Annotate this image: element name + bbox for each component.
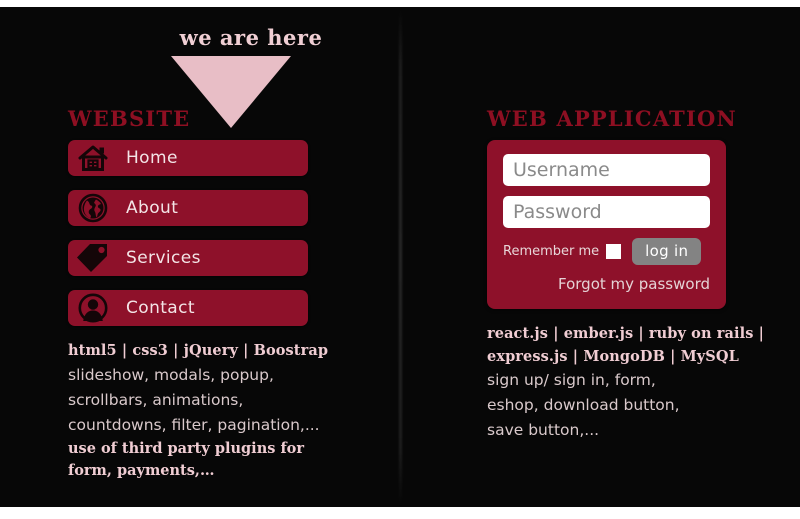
house-icon: [74, 141, 112, 175]
username-input[interactable]: [503, 154, 710, 187]
webapp-tech-stack-line: react.js | ember.js | ruby on rails |: [487, 325, 764, 343]
nav-button-about[interactable]: About: [68, 190, 308, 227]
webapp-heading: WEB APPLICATION: [487, 106, 737, 131]
website-tech-block: html5 | css3 | jQuery | Boostrap slidesh…: [68, 340, 368, 481]
globe-icon: [74, 191, 112, 225]
nav-button-home[interactable]: Home: [68, 140, 308, 177]
website-feature-line: slideshow, modals, popup,: [68, 365, 274, 384]
forgot-password-link[interactable]: Forgot my password: [503, 275, 710, 293]
website-feature-line: countdowns, filter, pagination,...: [68, 415, 320, 434]
webapp-tech-block: react.js | ember.js | ruby on rails | ex…: [487, 323, 787, 443]
website-note-line: form, payments,…: [68, 461, 215, 479]
login-controls-row: Remember me log in: [503, 238, 710, 266]
website-tech-stack: html5 | css3 | jQuery | Boostrap: [68, 342, 329, 360]
webapp-feature-line: save button,...: [487, 421, 600, 440]
nav-label-home: Home: [126, 148, 178, 169]
screenshot-root: we are here WEBSITE Home About Services …: [0, 0, 800, 519]
column-divider: [399, 7, 402, 507]
login-panel: Remember me log in Forgot my password: [487, 140, 726, 310]
price-tag-icon: [74, 241, 112, 275]
dark-stage: we are here WEBSITE Home About Services …: [0, 7, 800, 507]
webapp-column: WEB APPLICATION Remember me log in Forgo…: [487, 107, 787, 443]
website-note-line: use of third party plugins for: [68, 439, 304, 457]
nav-button-contact[interactable]: Contact: [68, 290, 308, 327]
person-icon: [74, 291, 112, 325]
nav-label-services: Services: [126, 248, 201, 269]
webapp-tech-stack-line: express.js | MongoDB | MySQL: [487, 347, 739, 365]
webapp-feature-line: sign up/ sign in, form,: [487, 371, 656, 390]
log-in-button[interactable]: log in: [632, 238, 702, 266]
we-are-here-label: we are here: [179, 25, 323, 50]
remember-me-label: Remember me: [503, 244, 600, 260]
password-input[interactable]: [503, 196, 710, 229]
website-heading: WEBSITE: [68, 106, 191, 131]
website-column: WEBSITE Home About Services Contact html…: [68, 107, 368, 481]
website-feature-line: scrollbars, animations,: [68, 390, 244, 409]
nav-button-services[interactable]: Services: [68, 240, 308, 277]
nav-label-about: About: [126, 198, 179, 219]
webapp-feature-line: eshop, download button,: [487, 396, 680, 415]
nav-label-contact: Contact: [126, 298, 195, 319]
remember-me-checkbox[interactable]: [606, 244, 622, 260]
